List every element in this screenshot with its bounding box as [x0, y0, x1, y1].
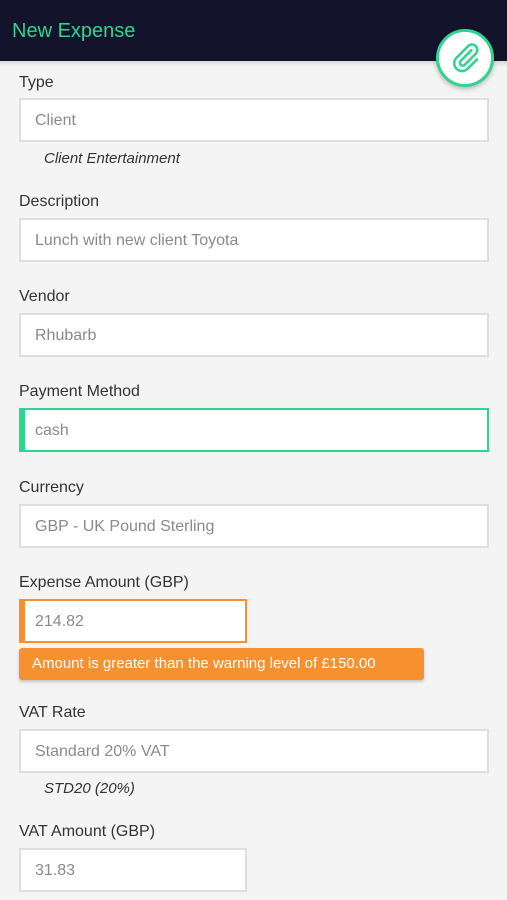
app-bar: New Expense [0, 0, 507, 61]
description-value: Lunch with new client Toyota [35, 232, 239, 249]
vat-rate-value: Standard 20% VAT [35, 743, 170, 760]
description-field[interactable]: Lunch with new client Toyota [19, 218, 489, 262]
description-label: Description [19, 193, 100, 210]
vat-rate-label: VAT Rate [19, 704, 86, 721]
app-bar-shadow [0, 61, 507, 67]
type-field[interactable]: Client [19, 98, 489, 142]
page-title: New Expense [12, 20, 136, 42]
vendor-field[interactable]: Rhubarb [19, 313, 489, 357]
expense-amount-label: Expense Amount (GBP) [19, 574, 189, 591]
vendor-label: Vendor [19, 288, 70, 305]
currency-value: GBP - UK Pound Sterling [35, 518, 215, 535]
vat-amount-label: VAT Amount (GBP) [19, 823, 156, 840]
payment-method-label: Payment Method [19, 383, 140, 400]
vat-rate-detail: STD20 (20%) [44, 780, 135, 797]
expense-amount-value: 214.82 [35, 613, 84, 630]
type-detail: Client Entertainment [44, 150, 180, 167]
expense-amount-field[interactable]: 214.82 [19, 599, 247, 643]
attach-receipt-button[interactable] [436, 29, 494, 87]
payment-method-field[interactable]: cash [19, 408, 489, 452]
currency-field[interactable]: GBP - UK Pound Sterling [19, 504, 489, 548]
currency-label: Currency [19, 479, 84, 496]
amount-warning-message: Amount is greater than the warning level… [19, 648, 424, 680]
type-value: Client [35, 112, 76, 129]
payment-method-value: cash [35, 422, 69, 439]
vat-amount-value: 31.83 [35, 862, 76, 879]
paperclip-icon [452, 43, 479, 73]
vat-amount-field[interactable]: 31.83 [19, 848, 247, 892]
vendor-value: Rhubarb [35, 327, 97, 344]
type-label: Type [19, 74, 54, 91]
vat-rate-field[interactable]: Standard 20% VAT [19, 729, 489, 773]
